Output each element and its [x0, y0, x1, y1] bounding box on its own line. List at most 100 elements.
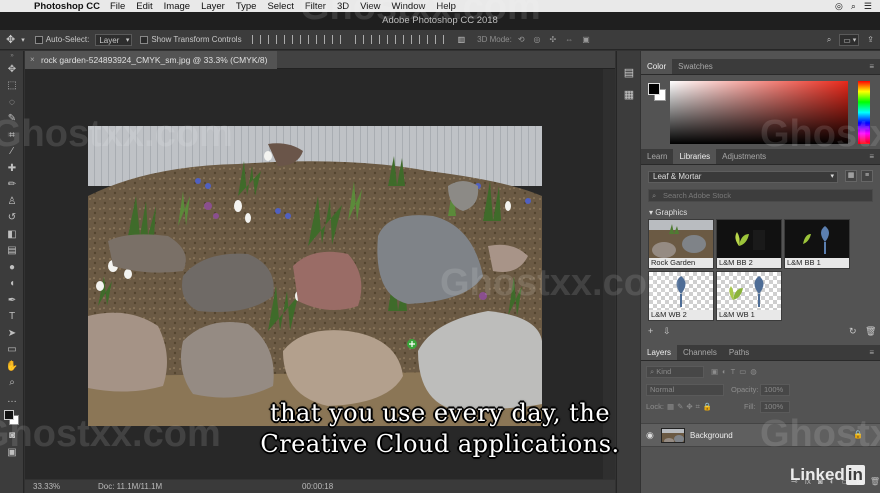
align-bottom-icon[interactable] — [283, 35, 293, 44]
delete-icon[interactable]: 🗑 — [865, 326, 876, 337]
move-tool-icon[interactable]: ✥ — [0, 61, 24, 78]
dodge-tool-icon[interactable]: ◖ — [0, 276, 24, 293]
distribute-left-icon[interactable] — [402, 35, 412, 44]
color-swatches[interactable] — [0, 408, 24, 428]
color-foreground-swatch[interactable] — [648, 83, 660, 95]
3d-orbit-icon[interactable]: ⟲ — [518, 35, 525, 44]
blend-mode-dropdown[interactable]: Normal — [646, 384, 724, 396]
menu-edit[interactable]: Edit — [136, 1, 152, 12]
quick-select-tool-icon[interactable]: ✎ — [0, 111, 24, 128]
marquee-tool-icon[interactable]: ⬚ — [0, 78, 24, 95]
notification-center-icon[interactable]: ☰ — [864, 1, 872, 12]
opacity-field[interactable]: 100% — [760, 384, 790, 396]
menu-3d[interactable]: 3D — [337, 1, 349, 12]
move-tool-icon[interactable]: ✥ — [6, 33, 15, 46]
library-item-lm-wb-1[interactable]: L&M WB 1 — [716, 271, 782, 321]
align-top-icon[interactable] — [251, 35, 261, 44]
auto-select-target-dropdown[interactable]: Layer — [95, 33, 133, 46]
align-right-icon[interactable] — [331, 35, 341, 44]
library-dropdown[interactable]: Leaf & Mortar — [648, 171, 838, 183]
add-content-icon[interactable]: + — [648, 326, 653, 336]
library-item-lm-wb-2[interactable]: L&M WB 2 — [648, 271, 714, 321]
layer-filter-icons[interactable]: ▣◐T▭◍ — [711, 366, 761, 378]
layer-kind-filter[interactable]: ⌕ Kind — [646, 366, 704, 378]
clone-stamp-tool-icon[interactable]: ♙ — [0, 193, 24, 210]
tab-adjustments[interactable]: Adjustments — [716, 149, 772, 164]
delete-layer-icon[interactable]: 🗑 — [870, 477, 880, 486]
menu-window[interactable]: Window — [392, 1, 426, 12]
shape-tool-icon[interactable]: ▭ — [0, 342, 24, 359]
panel-menu-icon[interactable]: ≡ — [869, 59, 874, 74]
sync-icon[interactable]: ↻ — [849, 326, 857, 337]
hue-slider[interactable] — [858, 81, 870, 144]
tab-layers[interactable]: Layers — [641, 345, 678, 360]
tab-libraries[interactable]: Libraries — [673, 149, 717, 164]
eraser-tool-icon[interactable]: ◧ — [0, 226, 24, 243]
document-tab[interactable]: × rock garden-524893924_CMYK_sm.jpg @ 33… — [25, 51, 278, 69]
menu-help[interactable]: Help — [436, 1, 456, 12]
toolbar-collapse-icon[interactable]: » — [0, 51, 24, 61]
properties-panel-icon[interactable]: ▦ — [617, 83, 641, 105]
show-transform-checkbox[interactable] — [140, 35, 149, 44]
tab-channels[interactable]: Channels — [677, 345, 723, 360]
share-icon[interactable]: ⇪ — [867, 35, 874, 44]
distribute-top-icon[interactable] — [354, 35, 364, 44]
library-item-lm-bb-1[interactable]: L&M BB 1 — [784, 219, 850, 269]
distribute-hcenter-icon[interactable] — [418, 35, 428, 44]
spotlight-icon[interactable]: ⌕ — [851, 1, 856, 12]
eyedropper-tool-icon[interactable]: ⁄ — [0, 144, 24, 161]
3d-pan-icon[interactable]: ✣ — [550, 35, 557, 44]
history-brush-tool-icon[interactable]: ↺ — [0, 210, 24, 227]
distribute-bottom-icon[interactable] — [386, 35, 396, 44]
more-tools-icon[interactable]: … — [0, 391, 24, 408]
workspace-dropdown[interactable]: ▭ — [839, 33, 860, 46]
creative-cloud-icon[interactable]: ◎ — [835, 1, 843, 12]
lasso-tool-icon[interactable]: ◌ — [0, 94, 24, 111]
type-tool-icon[interactable]: T — [0, 309, 24, 326]
tool-preset-dropdown[interactable]: ▾ — [21, 36, 25, 44]
quick-mask-icon[interactable]: ◙ — [0, 428, 24, 445]
tab-paths[interactable]: Paths — [723, 345, 755, 360]
align-left-icon[interactable] — [299, 35, 309, 44]
tab-learn[interactable]: Learn — [641, 149, 673, 164]
tab-color[interactable]: Color — [641, 59, 673, 74]
distribute-vcenter-icon[interactable] — [370, 35, 380, 44]
list-view-icon[interactable]: ≡ — [861, 170, 873, 182]
history-panel-icon[interactable]: ▤ — [617, 61, 641, 83]
blur-tool-icon[interactable]: ● — [0, 259, 24, 276]
auto-align-icon[interactable]: ▥ — [458, 35, 466, 44]
healing-brush-tool-icon[interactable]: ✚ — [0, 160, 24, 177]
panel-menu-icon[interactable]: ≡ — [869, 149, 874, 164]
menu-view[interactable]: View — [360, 1, 380, 12]
search-icon[interactable]: ⌕ — [827, 35, 831, 45]
menu-filter[interactable]: Filter — [305, 1, 326, 12]
menu-layer[interactable]: Layer — [201, 1, 225, 12]
rock-garden-photo[interactable] — [88, 126, 542, 426]
3d-scale-icon[interactable]: ▣ — [582, 35, 590, 44]
screen-mode-icon[interactable]: ▣ — [0, 444, 24, 461]
pen-tool-icon[interactable]: ✒ — [0, 292, 24, 309]
panel-menu-icon[interactable]: ≡ — [869, 345, 874, 360]
library-item-rock-garden[interactable]: Rock Garden — [648, 219, 714, 269]
align-vcenter-icon[interactable] — [267, 35, 277, 44]
gradient-tool-icon[interactable]: ▤ — [0, 243, 24, 260]
distribute-right-icon[interactable] — [434, 35, 444, 44]
color-picker-field[interactable] — [670, 81, 848, 144]
grid-view-icon[interactable]: ▦ — [845, 170, 857, 182]
3d-slide-icon[interactable]: ⇔ — [565, 35, 573, 44]
menu-app-name[interactable]: Photoshop CC — [34, 1, 100, 12]
3d-roll-icon[interactable]: ◎ — [534, 35, 541, 44]
hand-tool-icon[interactable]: ✋ — [0, 358, 24, 375]
crop-tool-icon[interactable]: ⌗ — [0, 127, 24, 144]
brush-tool-icon[interactable]: ✏ — [0, 177, 24, 194]
close-tab-icon[interactable]: × — [30, 51, 35, 69]
menu-file[interactable]: File — [110, 1, 125, 12]
library-item-lm-bb-2[interactable]: L&M BB 2 — [716, 219, 782, 269]
zoom-tool-icon[interactable]: ⌕ — [0, 375, 24, 392]
path-select-tool-icon[interactable]: ➤ — [0, 325, 24, 342]
library-search-input[interactable]: ⌕ Search Adobe Stock — [648, 189, 873, 202]
zoom-level-field[interactable]: 33.33% — [33, 482, 93, 491]
menu-image[interactable]: Image — [164, 1, 190, 12]
tab-swatches[interactable]: Swatches — [672, 59, 719, 74]
auto-select-checkbox[interactable] — [34, 35, 43, 44]
